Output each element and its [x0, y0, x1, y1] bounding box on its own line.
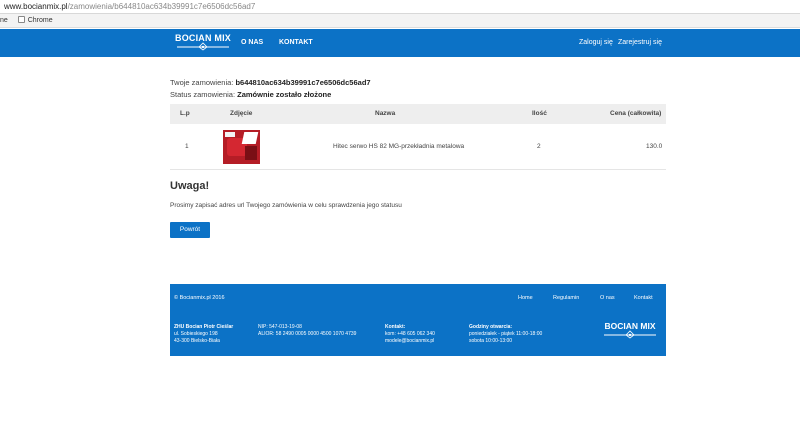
- footer-contact: Kontakt: kom: +48 605 062 340 modele@boc…: [385, 324, 435, 345]
- site-footer: © Bocianmix.pl 2016 Home Regulamin O nas…: [170, 284, 666, 356]
- product-image[interactable]: [223, 130, 260, 164]
- footer-logo: BOCIAN MIX: [602, 321, 658, 341]
- order-status-value: Zamównie zostało złożone: [237, 90, 332, 99]
- bank-account: ALIOR: 58 2490 0005 0000 4500 1070 4739: [258, 331, 357, 337]
- header-qty: Ilość: [532, 110, 547, 117]
- notice-title: Uwaga!: [170, 180, 210, 192]
- order-id-value: b644810ac634b39991c7e6506dc56ad7: [235, 78, 371, 87]
- company-name: ZHU Bocian Piotr Cieślar: [174, 324, 234, 330]
- footer-hours: Godziny otwarcia: poniedziałek - piątek …: [469, 324, 542, 345]
- hours-saturday: sobota 10:00-13:00: [469, 338, 513, 344]
- company-street: ul. Sobieskiego 198: [174, 331, 218, 337]
- table-row: 1 Hitec serwo HS 82 MG-przekładnia metal…: [170, 124, 666, 170]
- back-button[interactable]: Powrót: [170, 222, 210, 238]
- bookmark-apps[interactable]: ne: [0, 14, 8, 28]
- contact-email[interactable]: modele@bocianmix.pl: [385, 338, 434, 344]
- login-link[interactable]: Zaloguj się: [579, 29, 613, 57]
- url-path: /zamowienia/b644810ac634b39991c7e6506dc5…: [67, 2, 256, 11]
- header-price: Cena (całkowita): [610, 110, 662, 117]
- order-id: Twoje zamowienia: b644810ac634b39991c7e6…: [170, 78, 371, 87]
- header-name: Nazwa: [375, 110, 396, 117]
- order-status: Status zamowienia: Zamównie zostało złoż…: [170, 90, 331, 99]
- table-header: L.p Zdjęcie Nazwa Ilość Cena (całkowita): [170, 104, 666, 124]
- contact-phone: kom: +48 605 062 340: [385, 331, 435, 337]
- address-bar[interactable]: www.bocianmix.pl/zamowienia/b644810ac634…: [0, 0, 800, 14]
- footer-link-about[interactable]: O nas: [600, 295, 615, 301]
- footer-company: ZHU Bocian Piotr Cieślar ul. Sobieskiego…: [174, 324, 233, 345]
- airplane-icon: [177, 42, 229, 51]
- footer-link-home[interactable]: Home: [518, 295, 533, 301]
- bookmark-chrome[interactable]: Chrome: [28, 14, 53, 28]
- order-status-label: Status zamowienia:: [170, 90, 238, 99]
- order-table: L.p Zdjęcie Nazwa Ilość Cena (całkowita)…: [170, 104, 666, 170]
- page-icon: [17, 16, 25, 23]
- register-link[interactable]: Zarejestruj się: [618, 29, 662, 57]
- nav-contact[interactable]: KONTAKT: [279, 29, 313, 57]
- row-lp: 1: [185, 143, 189, 150]
- footer-link-contact[interactable]: Kontakt: [634, 295, 653, 301]
- header-photo: Zdjęcie: [230, 110, 253, 117]
- row-qty: 2: [537, 143, 541, 150]
- hours-title: Godziny otwarcia:: [469, 324, 513, 330]
- row-name[interactable]: Hitec serwo HS 82 MG-przekładnia metalow…: [333, 124, 464, 170]
- top-navbar: BOCIAN MIX O NAS KONTAKT Zaloguj się Zar…: [0, 29, 800, 57]
- notice-text: Prosimy zapisać adres url Twojego zamówi…: [170, 202, 402, 209]
- site-logo[interactable]: BOCIAN MIX: [175, 33, 231, 53]
- bookmarks-bar: ne Chrome: [0, 14, 800, 28]
- contact-title: Kontakt:: [385, 324, 406, 330]
- row-price: 130.0: [646, 143, 663, 150]
- company-city: 43-300 Bielsko-Biała: [174, 338, 220, 344]
- header-lp: L.p: [180, 110, 190, 117]
- company-nip: NIP: 547-013-19-08: [258, 324, 302, 330]
- order-id-label: Twoje zamowienia:: [170, 78, 236, 87]
- airplane-icon: [604, 330, 656, 339]
- nav-about[interactable]: O NAS: [241, 29, 263, 57]
- hours-weekdays: poniedziałek - piątek 11:00-18:00: [469, 331, 543, 337]
- footer-bank: NIP: 547-013-19-08 ALIOR: 58 2490 0005 0…: [258, 324, 356, 338]
- footer-copyright: © Bocianmix.pl 2016: [174, 295, 225, 301]
- footer-link-terms[interactable]: Regulamin: [553, 295, 579, 301]
- url-host: www.bocianmix.pl: [4, 2, 68, 11]
